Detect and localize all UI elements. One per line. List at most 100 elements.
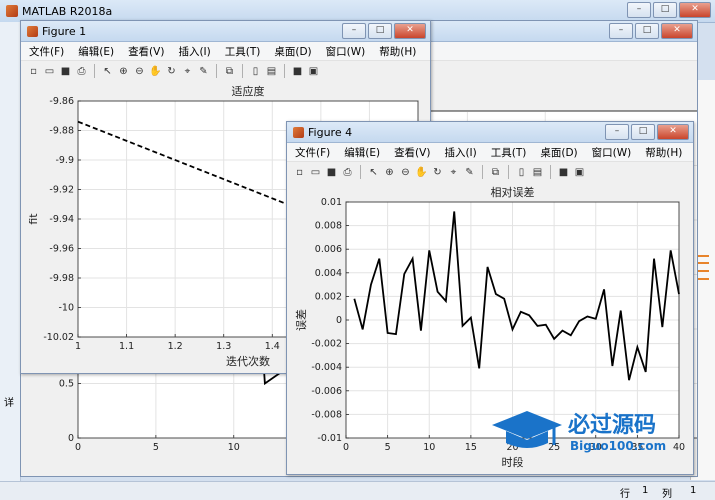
figure1-close-button[interactable]: ✕ — [394, 23, 426, 39]
x-tick-label: 5 — [153, 442, 159, 453]
open-folder-icon[interactable]: ▭ — [309, 166, 322, 179]
left-edge-label: 详 — [4, 398, 14, 409]
colorbar-icon[interactable]: ▯ — [249, 65, 262, 78]
y-tick-label: -9.9 — [55, 155, 74, 166]
legend-icon[interactable]: ▤ — [531, 166, 544, 179]
menu-file[interactable]: 文件(F) — [295, 145, 330, 160]
x-tick-label: 1.2 — [168, 341, 183, 352]
open-folder-icon[interactable]: ▭ — [43, 65, 56, 78]
data-cursor-icon[interactable]: ⌖ — [447, 166, 460, 179]
figure4-titlebar: Figure 4 – □ ✕ — [287, 122, 693, 143]
menu-insert[interactable]: 插入(I) — [178, 44, 210, 59]
figure1-minimize-button[interactable]: – — [342, 23, 366, 39]
menu-help[interactable]: 帮助(H) — [379, 44, 416, 59]
save-icon[interactable]: ■ — [59, 65, 72, 78]
rotate-icon[interactable]: ↻ — [165, 65, 178, 78]
brush-icon[interactable]: ✎ — [197, 65, 210, 78]
watermark-url: Biguo100.com — [570, 439, 667, 453]
menu-view[interactable]: 查看(V) — [128, 44, 164, 59]
maximize-button[interactable]: □ — [653, 2, 677, 18]
watermark-brand: 必过源码 — [568, 413, 657, 438]
y-tick-label: 0 — [68, 433, 74, 444]
menu-file[interactable]: 文件(F) — [29, 44, 64, 59]
pan-icon[interactable]: ✋ — [149, 65, 162, 78]
x-axis-label: 迭代次数 — [226, 354, 270, 368]
figure1-toolbar: ▫ ▭ ■ ⎙ ↖ ⊕ ⊖ ✋ ↻ ⌖ ✎ ⧉ ▯ ▤ ■ ▣ — [21, 61, 430, 82]
figure4-title: Figure 4 — [308, 125, 353, 139]
figure2-maximize-button[interactable]: □ — [635, 23, 659, 39]
save-icon[interactable]: ■ — [325, 166, 338, 179]
y-tick-label: -9.98 — [49, 273, 74, 284]
y-tick-label: -0.004 — [311, 362, 342, 373]
brush-icon[interactable]: ✎ — [463, 166, 476, 179]
menu-help[interactable]: 帮助(H) — [645, 145, 682, 160]
hide-plot-tools-icon[interactable]: ■ — [557, 166, 570, 179]
graduation-cap-icon — [492, 411, 562, 448]
left-panel-edge: 详 — [0, 22, 21, 482]
pan-icon[interactable]: ✋ — [415, 166, 428, 179]
figure4-menubar: 文件(F) 编辑(E) 查看(V) 插入(I) 工具(T) 桌面(D) 窗口(W… — [287, 143, 693, 162]
minimize-button[interactable]: – — [627, 2, 651, 18]
zoom-in-icon[interactable]: ⊕ — [117, 65, 130, 78]
cursor-icon[interactable]: ↖ — [101, 65, 114, 78]
menu-window[interactable]: 窗口(W) — [326, 44, 366, 59]
figure4-maximize-button[interactable]: □ — [631, 124, 655, 140]
figure1-title: Figure 1 — [42, 24, 87, 38]
col-label: 列 — [662, 489, 672, 500]
figure2-close-button[interactable]: ✕ — [661, 23, 693, 39]
print-icon[interactable]: ⎙ — [75, 65, 88, 78]
y-tick-label: -9.96 — [49, 244, 74, 255]
x-tick-label: 0 — [75, 442, 81, 453]
y-tick-label: 0.01 — [321, 197, 342, 208]
menu-tools[interactable]: 工具(T) — [225, 44, 261, 59]
zoom-in-icon[interactable]: ⊕ — [383, 166, 396, 179]
y-tick-label: -9.92 — [49, 185, 74, 196]
x-tick-label: 1 — [75, 341, 81, 352]
cursor-icon[interactable]: ↖ — [367, 166, 380, 179]
y-tick-label: 0.004 — [315, 268, 342, 279]
x-tick-label: 1.4 — [265, 341, 280, 352]
zoom-out-icon[interactable]: ⊖ — [133, 65, 146, 78]
new-file-icon[interactable]: ▫ — [27, 65, 40, 78]
show-plot-tools-icon[interactable]: ▣ — [573, 166, 586, 179]
rotate-icon[interactable]: ↻ — [431, 166, 444, 179]
figure4-minimize-button[interactable]: – — [605, 124, 629, 140]
colorbar-icon[interactable]: ▯ — [515, 166, 528, 179]
y-tick-label: 0.008 — [315, 221, 342, 232]
menu-view[interactable]: 查看(V) — [394, 145, 430, 160]
show-plot-tools-icon[interactable]: ▣ — [307, 65, 320, 78]
x-tick-label: 0 — [343, 442, 349, 453]
data-cursor-icon[interactable]: ⌖ — [181, 65, 194, 78]
y-tick-label: 0.5 — [59, 379, 74, 390]
row-label: 行 — [620, 489, 630, 500]
zoom-out-icon[interactable]: ⊖ — [399, 166, 412, 179]
x-tick-label: 15 — [465, 442, 477, 453]
x-tick-label: 1.1 — [119, 341, 134, 352]
menu-edit[interactable]: 编辑(E) — [344, 145, 380, 160]
menu-desktop[interactable]: 桌面(D) — [274, 44, 311, 59]
figure1-maximize-button[interactable]: □ — [368, 23, 392, 39]
menu-insert[interactable]: 插入(I) — [444, 145, 476, 160]
y-tick-label: -10 — [58, 303, 74, 314]
menu-edit[interactable]: 编辑(E) — [78, 44, 114, 59]
chart-title: 适应度 — [232, 84, 265, 98]
new-file-icon[interactable]: ▫ — [293, 166, 306, 179]
legend-icon[interactable]: ▤ — [265, 65, 278, 78]
hide-plot-tools-icon[interactable]: ■ — [291, 65, 304, 78]
menu-desktop[interactable]: 桌面(D) — [540, 145, 577, 160]
link-icon[interactable]: ⧉ — [223, 65, 236, 78]
print-icon[interactable]: ⎙ — [341, 166, 354, 179]
menu-tools[interactable]: 工具(T) — [491, 145, 527, 160]
menu-window[interactable]: 窗口(W) — [592, 145, 632, 160]
figure2-minimize-button[interactable]: – — [609, 23, 633, 39]
col-value: 1 — [690, 485, 697, 496]
figure4-close-button[interactable]: ✕ — [657, 124, 689, 140]
figure-icon — [27, 25, 38, 37]
y-tick-label: 0.002 — [315, 291, 342, 302]
y-tick-label: -0.01 — [317, 433, 342, 444]
y-axis-label: fit — [27, 213, 40, 225]
link-icon[interactable]: ⧉ — [489, 166, 502, 179]
x-tick-label: 10 — [228, 442, 240, 453]
x-tick-label: 5 — [385, 442, 391, 453]
close-button[interactable]: ✕ — [679, 2, 711, 18]
